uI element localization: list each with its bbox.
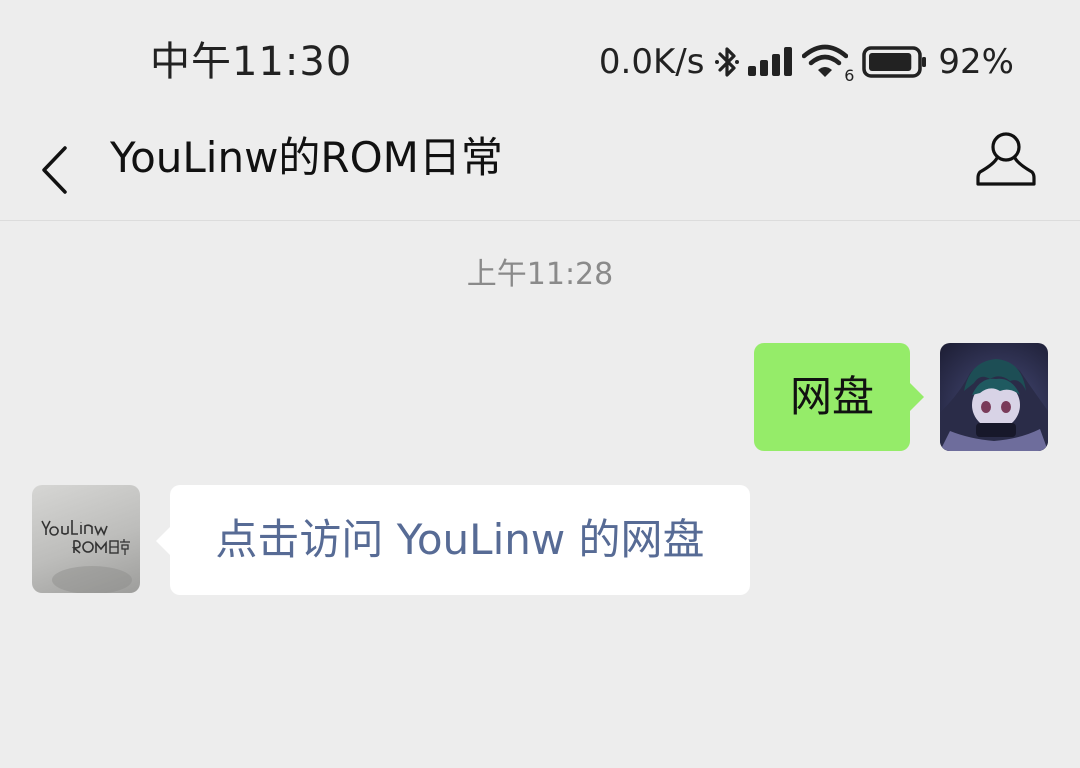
youlinw-rom-avatar[interactable] [32,485,140,593]
chat-info-button[interactable] [976,128,1036,188]
chat-screen: 中午11:30 0.0K/s 6 92% YouLinw的ROM日常 上午11:… [0,0,1080,768]
user-avatar-image [940,359,1048,451]
bluetooth-icon [714,44,740,80]
battery-icon [862,45,928,79]
outgoing-message-bubble[interactable]: 网盘 [754,343,924,451]
bubble-tail [156,527,170,555]
battery-percent: 92% [938,42,1014,82]
status-indicators: 0.0K/s 6 92% [599,38,1014,86]
chat-header: YouLinw的ROM日常 [0,120,1080,221]
link-message-text[interactable]: 点击访问 YouLinw 的网盘 [215,515,704,564]
message-timestamp: 上午11:28 [466,257,614,292]
user-avatar[interactable] [940,343,1048,451]
chevron-left-icon [42,146,67,194]
status-bar: 中午11:30 0.0K/s 6 92% [0,0,1080,120]
wifi-icon: 6 [802,44,854,84]
signal-icon [748,46,794,78]
message-text: 网盘 [789,372,874,421]
chat-title: YouLinw的ROM日常 [110,133,503,182]
bubble-tail [910,383,924,411]
wifi-badge: 6 [844,66,855,85]
person-icon [976,132,1036,186]
message-list[interactable]: 上午11:28 网盘 点击访问 YouLinw 的网盘 [0,221,1080,768]
back-button[interactable] [32,132,76,208]
link-message-bubble[interactable]: 点击访问 YouLinw 的网盘 [156,485,750,595]
youlinw-rom-logo [41,520,132,593]
network-speed: 0.0K/s [598,42,705,82]
status-time: 中午11:30 [150,39,353,85]
